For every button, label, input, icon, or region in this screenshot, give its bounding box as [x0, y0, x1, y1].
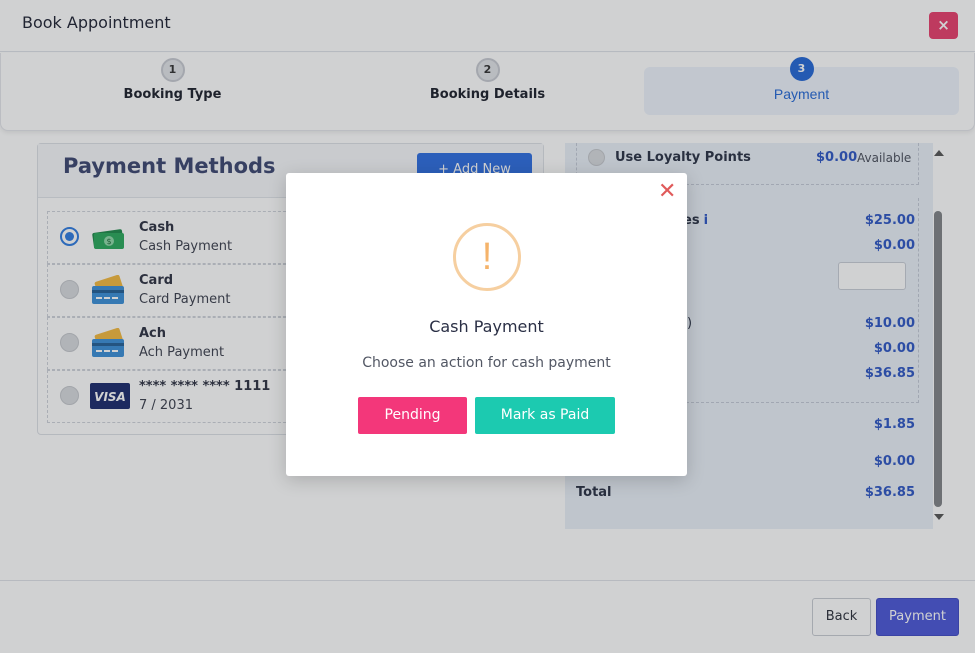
mark-as-paid-button[interactable]: Mark as Paid	[475, 397, 615, 434]
dialog-message: Choose an action for cash payment	[362, 355, 611, 371]
warning-icon: !	[453, 223, 521, 291]
cash-payment-dialog: ✕ ! Cash Payment Choose an action for ca…	[286, 173, 687, 476]
close-icon[interactable]: ✕	[658, 181, 676, 203]
dialog-title: Cash Payment	[429, 317, 544, 336]
pending-button[interactable]: Pending	[358, 397, 467, 434]
